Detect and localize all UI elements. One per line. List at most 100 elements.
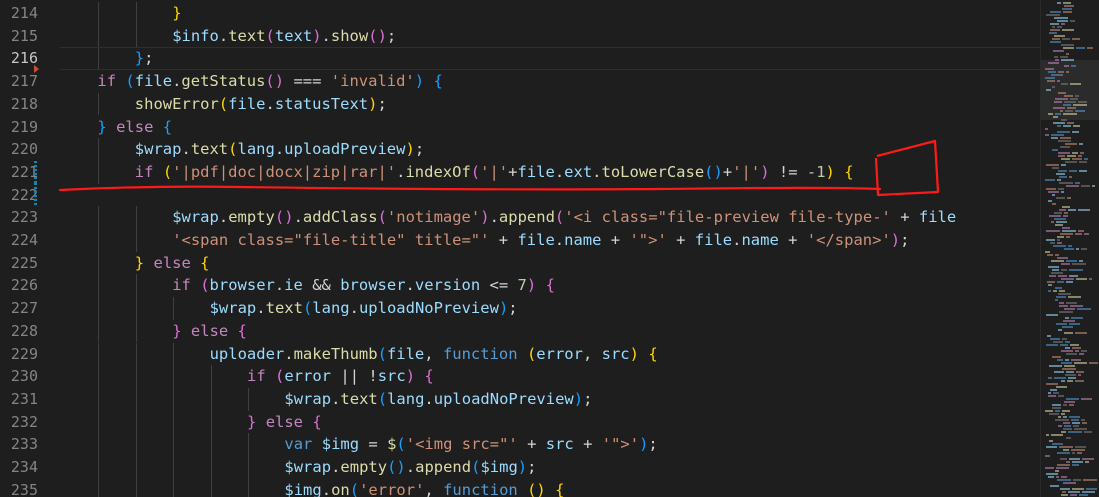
code-text[interactable]: uploader.makeThumb(file, function (error…: [210, 343, 658, 366]
code-line[interactable]: 228 } else {: [0, 319, 1040, 343]
code-line[interactable]: 234 $wrap.empty().append($img);: [0, 456, 1040, 479]
code-line[interactable]: 231 $wrap.text(lang.uploadNoPreview);: [0, 387, 1040, 411]
minimap-code-mark: [1048, 290, 1051, 292]
code-line[interactable]: 216};: [0, 47, 1040, 71]
code-line[interactable]: 219 } else {: [0, 116, 1040, 139]
code-line[interactable]: 217 if (file.getStatus() === 'invalid') {: [0, 70, 1040, 93]
code-text[interactable]: $wrap.empty().addClass('notimage').appen…: [172, 206, 956, 229]
line-number[interactable]: 235: [0, 479, 38, 497]
line-number[interactable]: 216: [0, 47, 38, 70]
code-line[interactable]: 215 $info.text(text).show();: [0, 24, 1040, 48]
code-token: {: [555, 480, 565, 497]
minimap-code-mark: [1065, 143, 1077, 145]
code-text[interactable]: if (browser.ie && browser.version <= 7) …: [172, 274, 555, 297]
code-editor[interactable]: 214} 215 $info.text(text).show(); 216}; 217 i…: [0, 0, 1040, 497]
code-text[interactable]: if ('|pdf|doc|docx|zip|rar|'.indexOf('|'…: [135, 161, 854, 184]
code-text[interactable]: $wrap.empty().append($img);: [284, 456, 536, 479]
minimap-code-mark: [1059, 209, 1066, 211]
code-line[interactable]: 222: [0, 184, 1040, 207]
code-text[interactable]: '<span class="file-title" title="' + fil…: [172, 229, 909, 252]
code-text[interactable]: showError(file.statusText);: [135, 93, 387, 116]
minimap-code-mark: [1063, 428, 1072, 430]
code-token: =: [359, 435, 388, 454]
code-text[interactable]: $wrap.text(lang.uploadNoPreview);: [210, 297, 518, 320]
code-line[interactable]: 233 var $img = $('<img src="' + src + '">…: [0, 433, 1040, 456]
code-text[interactable]: if (file.getStatus() === 'invalid') {: [97, 70, 442, 93]
code-token: (: [377, 344, 387, 363]
code-token: browser: [340, 276, 406, 295]
line-number[interactable]: 218: [0, 93, 38, 116]
minimap-code-mark: [1076, 47, 1085, 49]
minimap-code-mark: [1069, 170, 1077, 172]
line-number[interactable]: 220: [0, 138, 38, 161]
minimap-code-mark: [1083, 479, 1097, 481]
code-line[interactable]: 214}: [0, 2, 1040, 25]
code-line[interactable]: 221 if ('|pdf|doc|docx|zip|rar|'.indexOf(…: [0, 160, 1040, 184]
modified-line-indicator[interactable]: [34, 183, 37, 205]
code-token: '">': [601, 435, 640, 454]
line-number[interactable]: 234: [0, 456, 38, 479]
code-line[interactable]: 232 } else {: [0, 410, 1040, 434]
line-number[interactable]: 227: [0, 297, 38, 320]
minimap-code-mark: [1045, 134, 1049, 136]
code-text[interactable]: $info.text(text).show();: [172, 25, 396, 48]
code-text[interactable]: if (error || !src) {: [247, 365, 434, 388]
line-number[interactable]: 217: [0, 70, 38, 93]
line-number[interactable]: 228: [0, 320, 38, 343]
code-text[interactable]: } else {: [135, 252, 210, 275]
minimap-code-mark: [1072, 263, 1086, 265]
line-number[interactable]: 219: [0, 116, 38, 139]
code-line[interactable]: 225 } else {: [0, 251, 1040, 275]
code-line[interactable]: 224 '<span class="file-title" title="' + …: [0, 229, 1040, 252]
code-text[interactable]: $img.on('error', function () {: [284, 479, 564, 497]
line-number[interactable]: 215: [0, 25, 38, 48]
code-token: ): [825, 162, 835, 181]
code-line[interactable]: 218 showError(file.statusText);: [0, 92, 1040, 116]
minimap-code-mark: [1064, 401, 1075, 403]
code-token: +: [722, 162, 733, 181]
code-token: .: [293, 208, 303, 227]
code-text[interactable]: $wrap.text(lang.uploadNoPreview);: [284, 388, 592, 411]
code-text[interactable]: } else {: [247, 411, 322, 434]
minimap-code-mark: [1048, 392, 1051, 394]
line-number[interactable]: 229: [0, 343, 38, 366]
code-token: name: [741, 231, 779, 249]
line-number[interactable]: 222: [0, 184, 38, 207]
code-line[interactable]: 227 $wrap.text(lang.uploadNoPreview);: [0, 297, 1040, 320]
line-number[interactable]: 224: [0, 229, 38, 252]
code-line[interactable]: 235 $img.on('error', function () {: [0, 478, 1040, 497]
line-number[interactable]: 233: [0, 433, 38, 456]
code-text[interactable]: $wrap.text(lang.uploadPreview);: [135, 138, 424, 161]
code-token: lang: [387, 389, 425, 408]
indent-guide: [210, 456, 212, 479]
minimap[interactable]: [1040, 0, 1099, 497]
code-token: else: [153, 253, 191, 272]
code-text[interactable]: }: [172, 2, 181, 25]
line-number[interactable]: 221: [0, 161, 38, 184]
modified-line-indicator[interactable]: [34, 161, 37, 183]
code-text[interactable]: } else {: [172, 320, 247, 343]
code-text[interactable]: var $img = $('<img src="' + src + '">');: [284, 433, 657, 456]
code-token: (: [162, 162, 173, 181]
code-line[interactable]: 226 if (browser.ie && browser.version <= …: [0, 274, 1040, 298]
line-number[interactable]: 223: [0, 206, 38, 229]
line-number[interactable]: 230: [0, 365, 38, 388]
code-token: ): [274, 72, 285, 91]
line-number[interactable]: 214: [0, 2, 38, 25]
minimap-code-mark: [1060, 137, 1071, 139]
minimap-code-mark: [1059, 305, 1068, 307]
indent-guide: [98, 365, 100, 388]
line-number[interactable]: 231: [0, 388, 38, 411]
code-line[interactable]: 223 $wrap.empty().addClass('notimage').ap…: [0, 206, 1040, 229]
line-number[interactable]: 232: [0, 411, 38, 434]
code-line[interactable]: 230 if (error || !src) {: [0, 365, 1040, 388]
code-line[interactable]: 229 uploader.makeThumb(file, function (er…: [0, 342, 1040, 366]
code-token: (: [554, 208, 565, 227]
code-text[interactable]: };: [135, 47, 154, 70]
code-text[interactable]: } else {: [97, 116, 172, 139]
line-number[interactable]: 226: [0, 274, 38, 297]
line-number[interactable]: 225: [0, 252, 38, 275]
code-line[interactable]: 220 $wrap.text(lang.uploadPreview);: [0, 138, 1040, 161]
minimap-code-mark: [1048, 62, 1059, 64]
